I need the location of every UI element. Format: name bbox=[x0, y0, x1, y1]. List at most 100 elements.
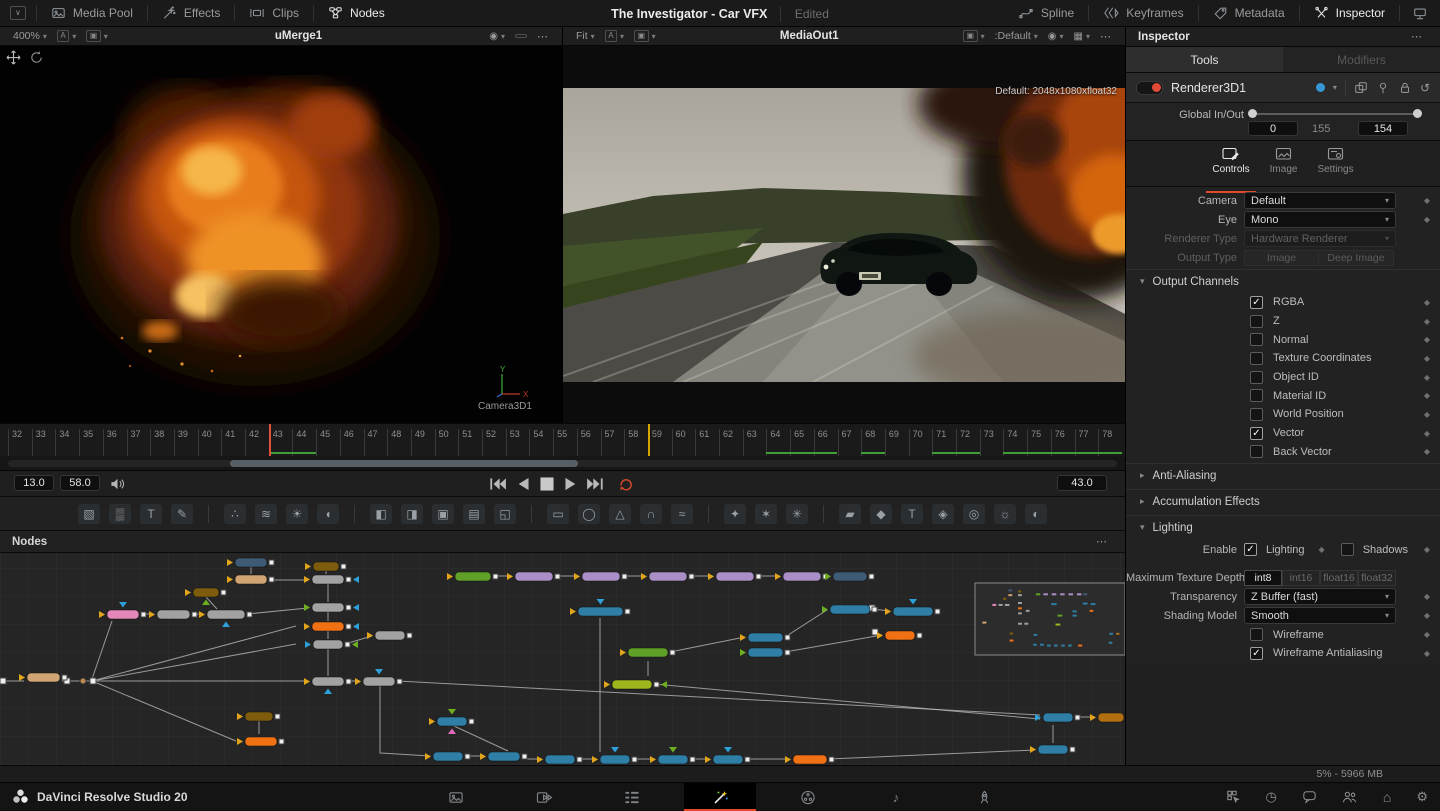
ruler-frame-52[interactable]: 52 bbox=[482, 429, 496, 457]
graph-node-gray[interactable] bbox=[313, 640, 343, 649]
graph-node-teal[interactable] bbox=[713, 755, 743, 764]
merge-tool-button[interactable]: ◧ bbox=[370, 504, 392, 524]
graph-node-olive[interactable] bbox=[245, 712, 273, 721]
camera-3d-tool-button[interactable]: ◎ bbox=[963, 504, 985, 524]
effects-button[interactable]: Effects bbox=[148, 0, 234, 26]
spline-button[interactable]: Spline bbox=[1004, 0, 1088, 26]
ellipse-mask-tool-button[interactable]: ◯ bbox=[578, 504, 600, 524]
left-viewer-canvas[interactable]: Y X Camera3D1 bbox=[0, 46, 562, 423]
graph-node-teal[interactable] bbox=[1043, 713, 1073, 722]
key-diamond-icon[interactable]: ◆ bbox=[1424, 545, 1430, 554]
key-diamond-icon[interactable]: ◆ bbox=[1424, 298, 1430, 307]
texture-depth-option-int8[interactable]: int8 bbox=[1244, 570, 1282, 586]
left-zoom-select[interactable]: 400%▾ bbox=[8, 30, 52, 42]
key-diamond-icon[interactable]: ◆ bbox=[1424, 410, 1430, 419]
ruler-frame-63[interactable]: 63 bbox=[743, 429, 757, 457]
graph-node-orange[interactable] bbox=[885, 631, 915, 640]
ruler-frame-40[interactable]: 40 bbox=[198, 429, 212, 457]
image-plane-3d-tool-button[interactable]: ▰ bbox=[839, 504, 861, 524]
shading-model-select[interactable]: Smooth▾ bbox=[1244, 607, 1396, 624]
p-emitter-tool-button[interactable]: ✦ bbox=[724, 504, 746, 524]
presentation-button[interactable] bbox=[1400, 0, 1440, 26]
graph-node-teal[interactable] bbox=[893, 607, 933, 616]
ruler-frame-53[interactable]: 53 bbox=[506, 429, 520, 457]
section-anti-aliasing[interactable]: ▸ Anti-Aliasing bbox=[1126, 463, 1440, 487]
graph-node-teal[interactable] bbox=[578, 607, 623, 616]
reset-icon[interactable]: ↺ bbox=[1420, 81, 1430, 95]
tab-modifiers[interactable]: Modifiers bbox=[1283, 47, 1440, 72]
p-render-tool-button[interactable]: ✶ bbox=[755, 504, 777, 524]
graph-node-teal[interactable] bbox=[830, 605, 870, 614]
right-color-select[interactable]: ◉▾ bbox=[1043, 31, 1069, 42]
ruler-frame-36[interactable]: 36 bbox=[103, 429, 117, 457]
rectangle-mask-tool-button[interactable]: ▭ bbox=[547, 504, 569, 524]
graph-node-steel[interactable] bbox=[833, 572, 867, 581]
ruler-frame-34[interactable]: 34 bbox=[55, 429, 69, 457]
key-diamond-icon[interactable]: ◆ bbox=[1424, 317, 1430, 326]
graph-node-tan[interactable] bbox=[235, 575, 267, 584]
tab-controls[interactable]: Controls bbox=[1210, 147, 1251, 186]
key-diamond-icon[interactable]: ◆ bbox=[1424, 373, 1430, 382]
ruler-frame-62[interactable]: 62 bbox=[719, 429, 733, 457]
graph-node-teal[interactable] bbox=[600, 755, 630, 764]
right-grid-select[interactable]: ▦▾ bbox=[1069, 31, 1095, 42]
wireframe-aa-checkbox[interactable]: ✓ bbox=[1250, 647, 1263, 660]
range-in-field[interactable]: 13.0 bbox=[14, 475, 54, 491]
ruler-frame-50[interactable]: 50 bbox=[435, 429, 449, 457]
transparency-select[interactable]: Z Buffer (fast)▾ bbox=[1244, 588, 1396, 605]
current-frame-field[interactable]: 43.0 bbox=[1057, 475, 1107, 491]
shape-3d-tool-button[interactable]: ◆ bbox=[870, 504, 892, 524]
pan-tool-icon[interactable] bbox=[6, 50, 21, 65]
graph-node-steel[interactable] bbox=[235, 558, 267, 567]
range-handle-right[interactable] bbox=[1413, 109, 1422, 118]
background-tool-button[interactable]: ▧ bbox=[78, 504, 100, 524]
ruler-frame-61[interactable]: 61 bbox=[695, 429, 709, 457]
key-diamond-icon[interactable]: ◆ bbox=[1424, 335, 1430, 344]
key-diamond-icon[interactable]: ◆ bbox=[1424, 429, 1430, 438]
graph-node-orange[interactable] bbox=[793, 755, 827, 764]
ruler-frame-69[interactable]: 69 bbox=[885, 429, 899, 457]
interface-toggle-button[interactable]: ∨ bbox=[0, 0, 36, 26]
particles-color-tool-button[interactable]: ∴ bbox=[224, 504, 246, 524]
range-out-field[interactable]: 58.0 bbox=[60, 475, 100, 491]
graph-node-green[interactable] bbox=[455, 572, 491, 581]
graph-node-gray[interactable] bbox=[312, 603, 344, 612]
channel-checkbox[interactable] bbox=[1250, 445, 1263, 458]
graph-node-teal[interactable] bbox=[1038, 745, 1068, 754]
scrollbar-thumb[interactable] bbox=[230, 460, 578, 467]
ruler-frame-42[interactable]: 42 bbox=[245, 429, 259, 457]
key-diamond-icon[interactable]: ◆ bbox=[1424, 611, 1430, 620]
left-frame-button[interactable] bbox=[510, 34, 532, 38]
graph-node-pink[interactable] bbox=[107, 610, 139, 619]
tab-tools[interactable]: Tools bbox=[1126, 47, 1283, 72]
tab-settings[interactable]: Settings bbox=[1315, 147, 1355, 186]
channel-checkbox[interactable] bbox=[1250, 371, 1263, 384]
camera-select[interactable]: Default▾ bbox=[1244, 192, 1396, 209]
node-graph[interactable] bbox=[0, 553, 1125, 765]
timeline-ruler[interactable]: 3233343536373839404142434445464748495051… bbox=[0, 423, 1125, 457]
step-back-button[interactable] bbox=[514, 476, 532, 492]
lighting-checkbox[interactable]: ✓ bbox=[1244, 543, 1257, 556]
play-button[interactable] bbox=[562, 476, 580, 492]
magic-mask-tool-button[interactable]: ≈ bbox=[671, 504, 693, 524]
audio-mute-button[interactable] bbox=[110, 477, 125, 491]
inspector-button[interactable]: Inspector bbox=[1300, 0, 1399, 26]
ruler-frame-60[interactable]: 60 bbox=[672, 429, 686, 457]
ruler-frame-70[interactable]: 70 bbox=[909, 429, 923, 457]
global-in-field[interactable]: 0 bbox=[1248, 121, 1298, 136]
color-curves-tool-button[interactable]: ≋ bbox=[255, 504, 277, 524]
key-diamond-icon[interactable]: ◆ bbox=[1424, 215, 1430, 224]
ruler-frame-73[interactable]: 73 bbox=[980, 429, 994, 457]
ruler-frame-37[interactable]: 37 bbox=[127, 429, 141, 457]
graph-node-olive[interactable] bbox=[313, 562, 339, 571]
channel-checkbox[interactable] bbox=[1250, 333, 1263, 346]
ruler-frame-41[interactable]: 41 bbox=[221, 429, 235, 457]
ruler-frame-32[interactable]: 32 bbox=[8, 429, 22, 457]
text-plus-tool-button[interactable]: T bbox=[140, 504, 162, 524]
clips-button[interactable]: Clips bbox=[235, 0, 313, 26]
shadows-checkbox[interactable] bbox=[1341, 543, 1354, 556]
left-channel-select[interactable]: A▾ bbox=[52, 30, 81, 42]
wireframe-checkbox[interactable] bbox=[1250, 628, 1263, 641]
graph-node-teal[interactable] bbox=[748, 633, 783, 642]
ruler-frame-67[interactable]: 67 bbox=[838, 429, 852, 457]
